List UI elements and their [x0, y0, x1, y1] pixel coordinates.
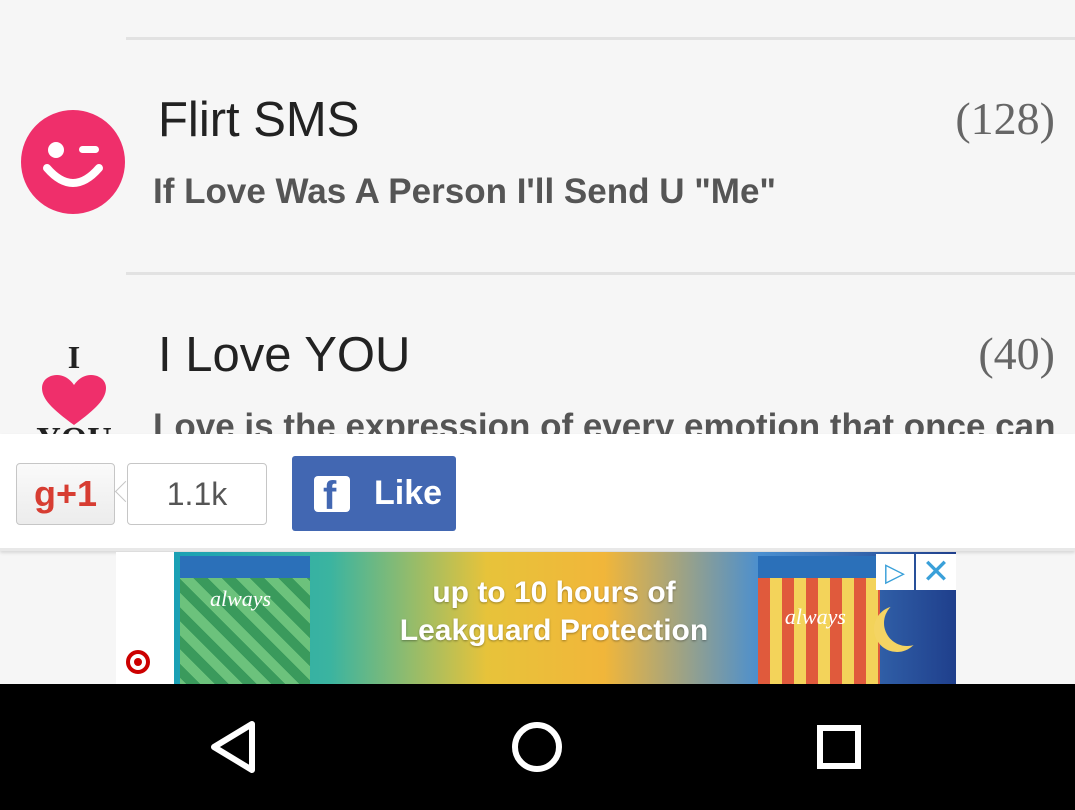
- close-icon[interactable]: ✕: [916, 554, 956, 590]
- list-item-flirt-sms[interactable]: Flirt SMS (128) If Love Was A Person I'l…: [0, 40, 1075, 276]
- google-plus-one-button[interactable]: g+1: [16, 463, 115, 525]
- adchoices-icon[interactable]: ▷: [876, 554, 914, 590]
- brand-text: always: [784, 604, 846, 629]
- item-count: (40): [978, 328, 1055, 379]
- google-plus-count: 1.1k: [127, 463, 267, 525]
- android-nav-bar: [0, 684, 1075, 810]
- winking-face-icon: [21, 110, 125, 214]
- list-item-i-love-you[interactable]: I YOU I Love YOU (40) Love is the expres…: [0, 275, 1075, 434]
- item-title: I Love YOU: [158, 328, 411, 382]
- icon-bottom-text: YOU: [20, 421, 128, 434]
- target-logo-icon: [126, 650, 150, 674]
- ad-image[interactable]: always up to 10 hours of Leakguard Prote…: [174, 552, 956, 684]
- i-love-you-heart-icon: I YOU: [20, 339, 128, 434]
- item-subtitle: If Love Was A Person I'll Send U "Me": [153, 172, 777, 211]
- home-circle-icon[interactable]: [502, 712, 572, 782]
- moon-icon: [884, 600, 930, 646]
- ad-sidebar: [116, 552, 174, 684]
- heart-icon: [42, 375, 106, 425]
- ad-banner[interactable]: always up to 10 hours of Leakguard Prote…: [116, 552, 956, 684]
- facebook-f-icon: f: [314, 475, 350, 512]
- item-subtitle: Love is the expression of every emotion …: [153, 407, 1056, 434]
- back-triangle-icon[interactable]: [200, 712, 270, 782]
- brand-text: always: [210, 586, 272, 611]
- item-count: (128): [955, 93, 1055, 144]
- ad-headline-line1: up to 10 hours of: [432, 576, 676, 609]
- item-title: Flirt SMS: [158, 93, 360, 147]
- social-share-bar: g+1 1.1k f Like: [0, 434, 1075, 551]
- facebook-like-button[interactable]: f Like: [292, 456, 456, 531]
- ad-headline-line2: Leakguard Protection: [399, 614, 709, 647]
- category-list: Flirt SMS (128) If Love Was A Person I'l…: [0, 0, 1075, 434]
- icon-top-text: I: [67, 339, 81, 375]
- recents-square-icon[interactable]: [804, 712, 874, 782]
- facebook-like-label: Like: [374, 474, 443, 512]
- ad-headline: up to 10 hours of Leakguard Protection: [374, 574, 734, 650]
- product-pack-image: [180, 556, 310, 684]
